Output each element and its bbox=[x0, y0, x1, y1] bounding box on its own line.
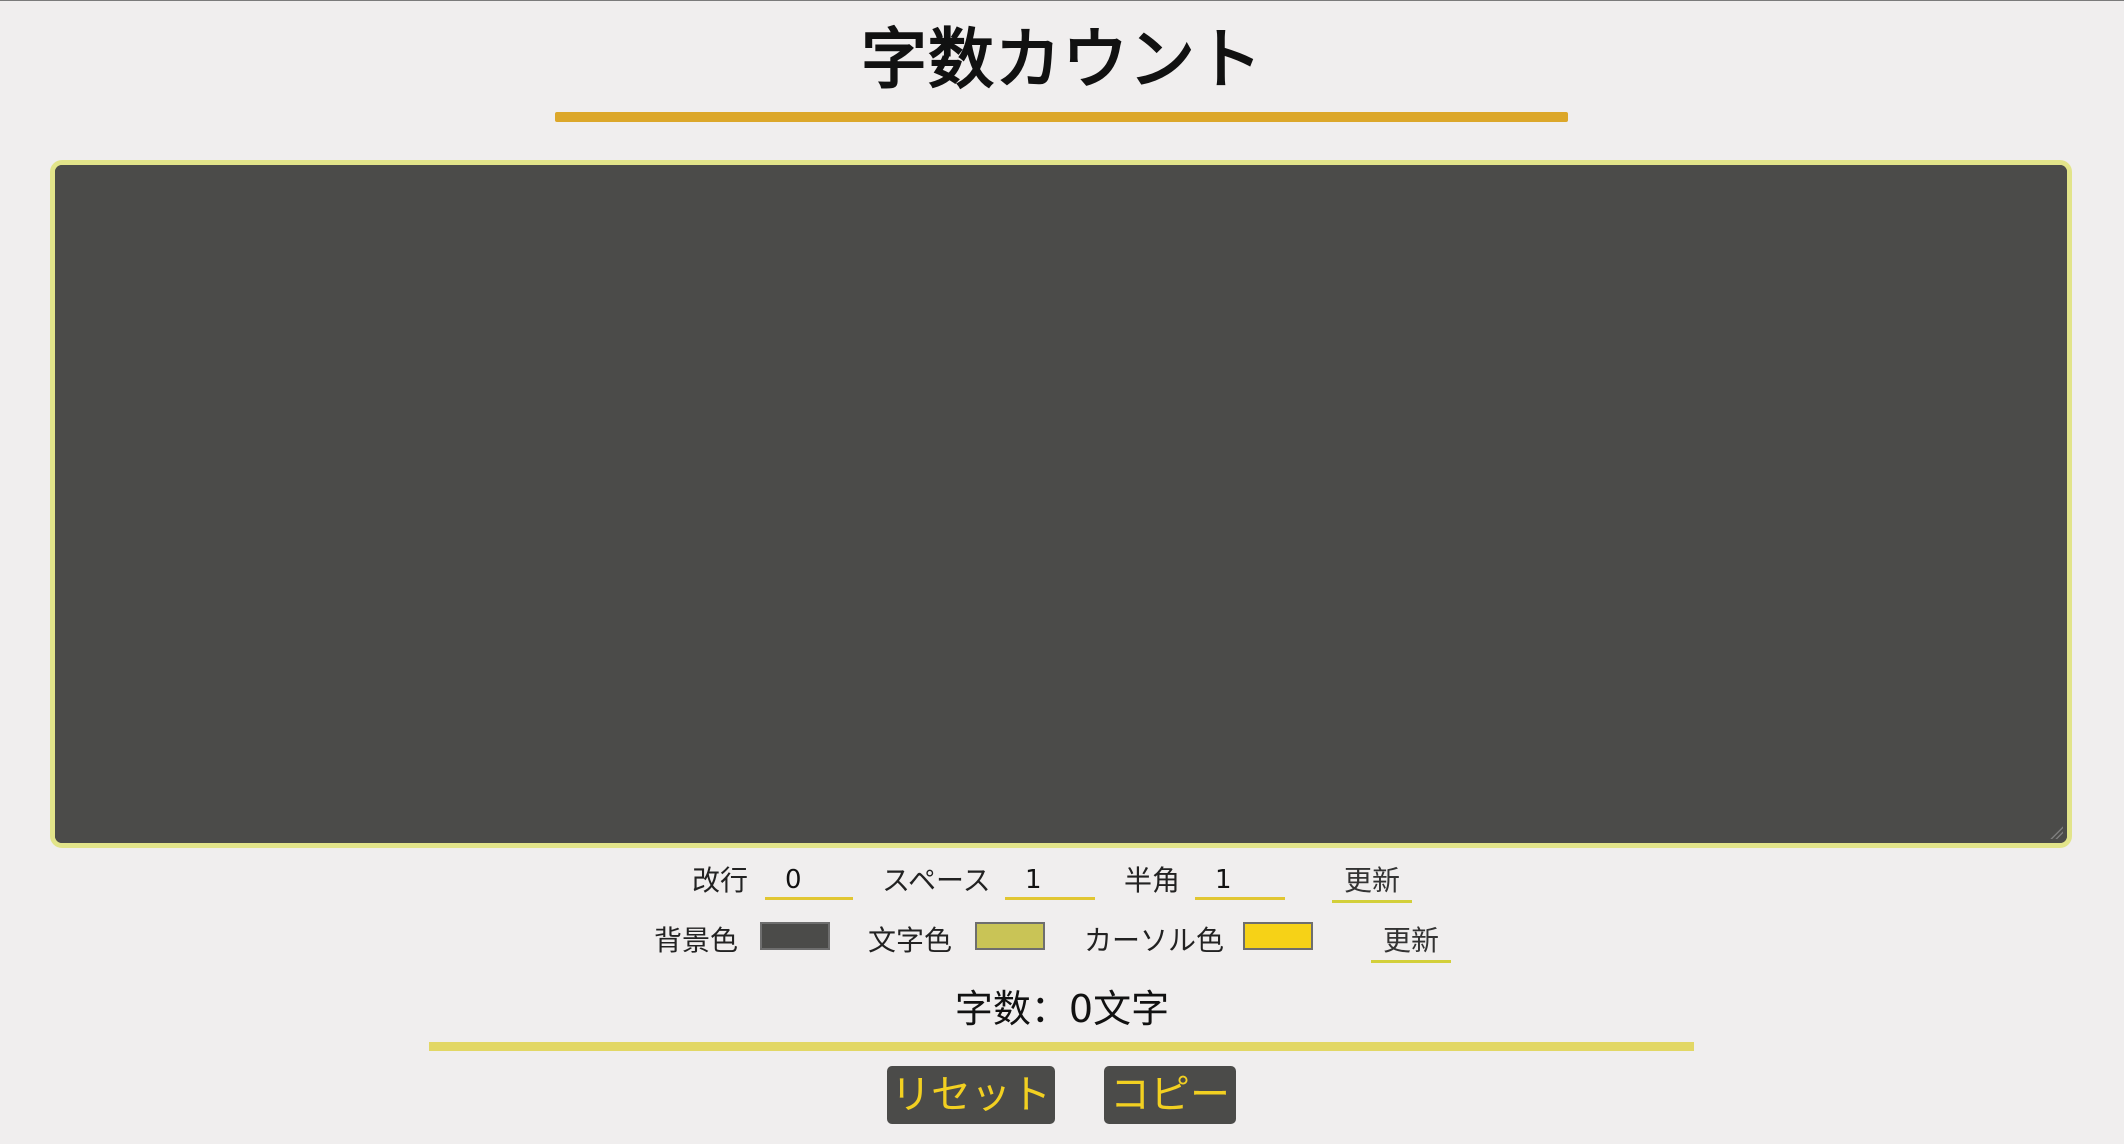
halfwidth-weight-input[interactable] bbox=[1195, 862, 1285, 900]
character-count: 字数：0文字 bbox=[954, 987, 1170, 1031]
newline-label: 改行 bbox=[692, 864, 749, 897]
top-divider bbox=[0, 0, 2124, 1]
update-colors-button[interactable]: 更新 bbox=[1371, 922, 1452, 963]
space-label: スペース bbox=[882, 864, 991, 897]
halfwidth-label: 半角 bbox=[1124, 864, 1181, 897]
text-editor[interactable] bbox=[55, 165, 2067, 843]
copy-button[interactable]: コピー bbox=[1104, 1066, 1236, 1124]
page-title: 字数カウント bbox=[861, 21, 1263, 98]
newline-weight-input[interactable] bbox=[765, 862, 853, 900]
space-weight-input[interactable] bbox=[1005, 862, 1095, 900]
cursor-color-label: カーソル色 bbox=[1084, 924, 1225, 957]
page: 字数カウント 改行 スペース 半角 更新 背景色 文字色 カーソル色 更新 字数… bbox=[0, 0, 2124, 1144]
reset-button[interactable]: リセット bbox=[887, 1066, 1055, 1124]
count-underline bbox=[429, 1042, 1694, 1051]
text-color-label: 文字色 bbox=[868, 924, 953, 957]
resize-handle[interactable] bbox=[2049, 825, 2063, 839]
update-count-options-button[interactable]: 更新 bbox=[1332, 862, 1413, 903]
text-color-picker[interactable] bbox=[975, 922, 1045, 950]
bg-color-picker[interactable] bbox=[760, 922, 830, 950]
cursor-color-picker[interactable] bbox=[1243, 922, 1313, 950]
title-underline bbox=[555, 112, 1568, 122]
bg-color-label: 背景色 bbox=[654, 924, 739, 957]
editor-frame bbox=[50, 160, 2072, 848]
